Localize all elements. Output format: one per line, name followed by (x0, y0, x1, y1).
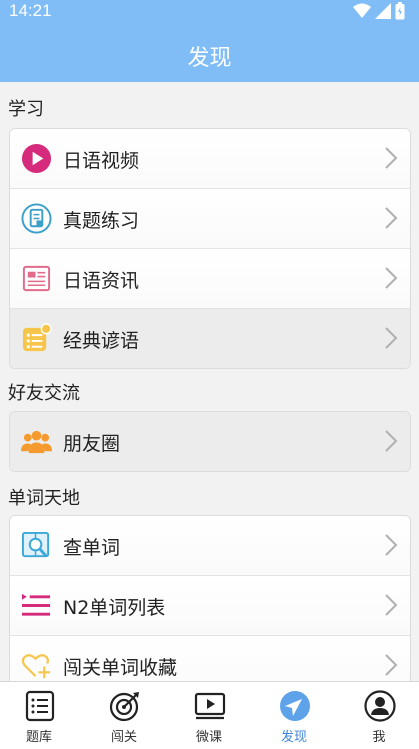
user-icon (364, 690, 396, 722)
tab-label: 微课 (195, 730, 222, 745)
status-icons (353, 2, 405, 20)
video-lesson-icon (194, 692, 226, 720)
list-item-japanese-news[interactable]: 日语资讯 (10, 249, 410, 309)
word-list-icon (21, 593, 51, 616)
tab-label: 我 (372, 730, 386, 745)
list-item-exam-practice[interactable]: 真题练习 (10, 189, 410, 249)
chevron-right-icon (385, 594, 398, 616)
battery-icon (395, 2, 405, 20)
status-bar: 14:21 (0, 0, 419, 24)
list-item-lookup-word[interactable]: 查单词 (10, 516, 410, 576)
list-item-japanese-video[interactable]: 日语视频 (10, 129, 410, 189)
tab-me[interactable]: 我 (344, 682, 414, 749)
item-label: 朋友圈 (63, 433, 121, 455)
list-item-moments[interactable]: 朋友圈 (10, 412, 410, 471)
app-bar: 14:21 发现 (0, 0, 419, 82)
item-label: 日语资讯 (63, 270, 140, 292)
tab-question-bank[interactable]: 题库 (4, 682, 74, 749)
exam-paper-icon (21, 203, 52, 234)
news-icon (22, 265, 51, 292)
favorite-heart-icon (21, 654, 51, 679)
friends-group-icon (21, 430, 52, 454)
play-video-icon (21, 143, 52, 174)
chevron-right-icon (385, 430, 398, 452)
study-card: 日语视频 真题练习 日语资讯 经典谚语 (9, 128, 411, 369)
chevron-right-icon (385, 147, 398, 169)
chevron-right-icon (385, 654, 398, 676)
friends-card: 朋友圈 (9, 411, 411, 472)
tab-label: 闯关 (110, 730, 137, 745)
wifi-icon (353, 3, 371, 18)
item-label: 真题练习 (63, 210, 140, 232)
section-title-words: 单词天地 (8, 488, 80, 509)
item-label: 查单词 (63, 537, 121, 559)
item-label: 闯关单词收藏 (63, 657, 178, 679)
page-title: 发现 (187, 46, 232, 71)
status-time: 14:21 (9, 1, 52, 20)
chevron-right-icon (385, 534, 398, 556)
bottom-nav: 题库 闯关 微课 发现 我 (0, 681, 419, 749)
words-card: 查单词 N2单词列表 闯关单词收藏 (9, 515, 411, 687)
tab-micro-lesson[interactable]: 微课 (174, 682, 244, 749)
compass-icon (280, 691, 310, 721)
chevron-right-icon (385, 267, 398, 289)
question-bank-icon (25, 690, 55, 722)
item-label: N2单词列表 (63, 597, 166, 619)
search-word-icon (21, 531, 50, 558)
item-label: 日语视频 (63, 150, 140, 172)
item-label: 经典谚语 (63, 330, 140, 352)
list-item-favorite-words[interactable]: 闯关单词收藏 (10, 636, 410, 686)
section-title-friends: 好友交流 (8, 383, 80, 404)
tab-label: 题库 (25, 730, 52, 745)
tab-label: 发现 (280, 730, 307, 745)
list-item-proverbs[interactable]: 经典谚语 (10, 309, 410, 368)
target-icon (109, 692, 139, 722)
chevron-right-icon (385, 327, 398, 349)
chevron-right-icon (385, 207, 398, 229)
signal-icon (375, 3, 391, 19)
proverb-list-icon (22, 323, 52, 352)
list-item-n2-word-list[interactable]: N2单词列表 (10, 576, 410, 636)
tab-challenge[interactable]: 闯关 (89, 682, 159, 749)
section-title-study: 学习 (8, 99, 44, 120)
tab-discover[interactable]: 发现 (259, 682, 329, 749)
